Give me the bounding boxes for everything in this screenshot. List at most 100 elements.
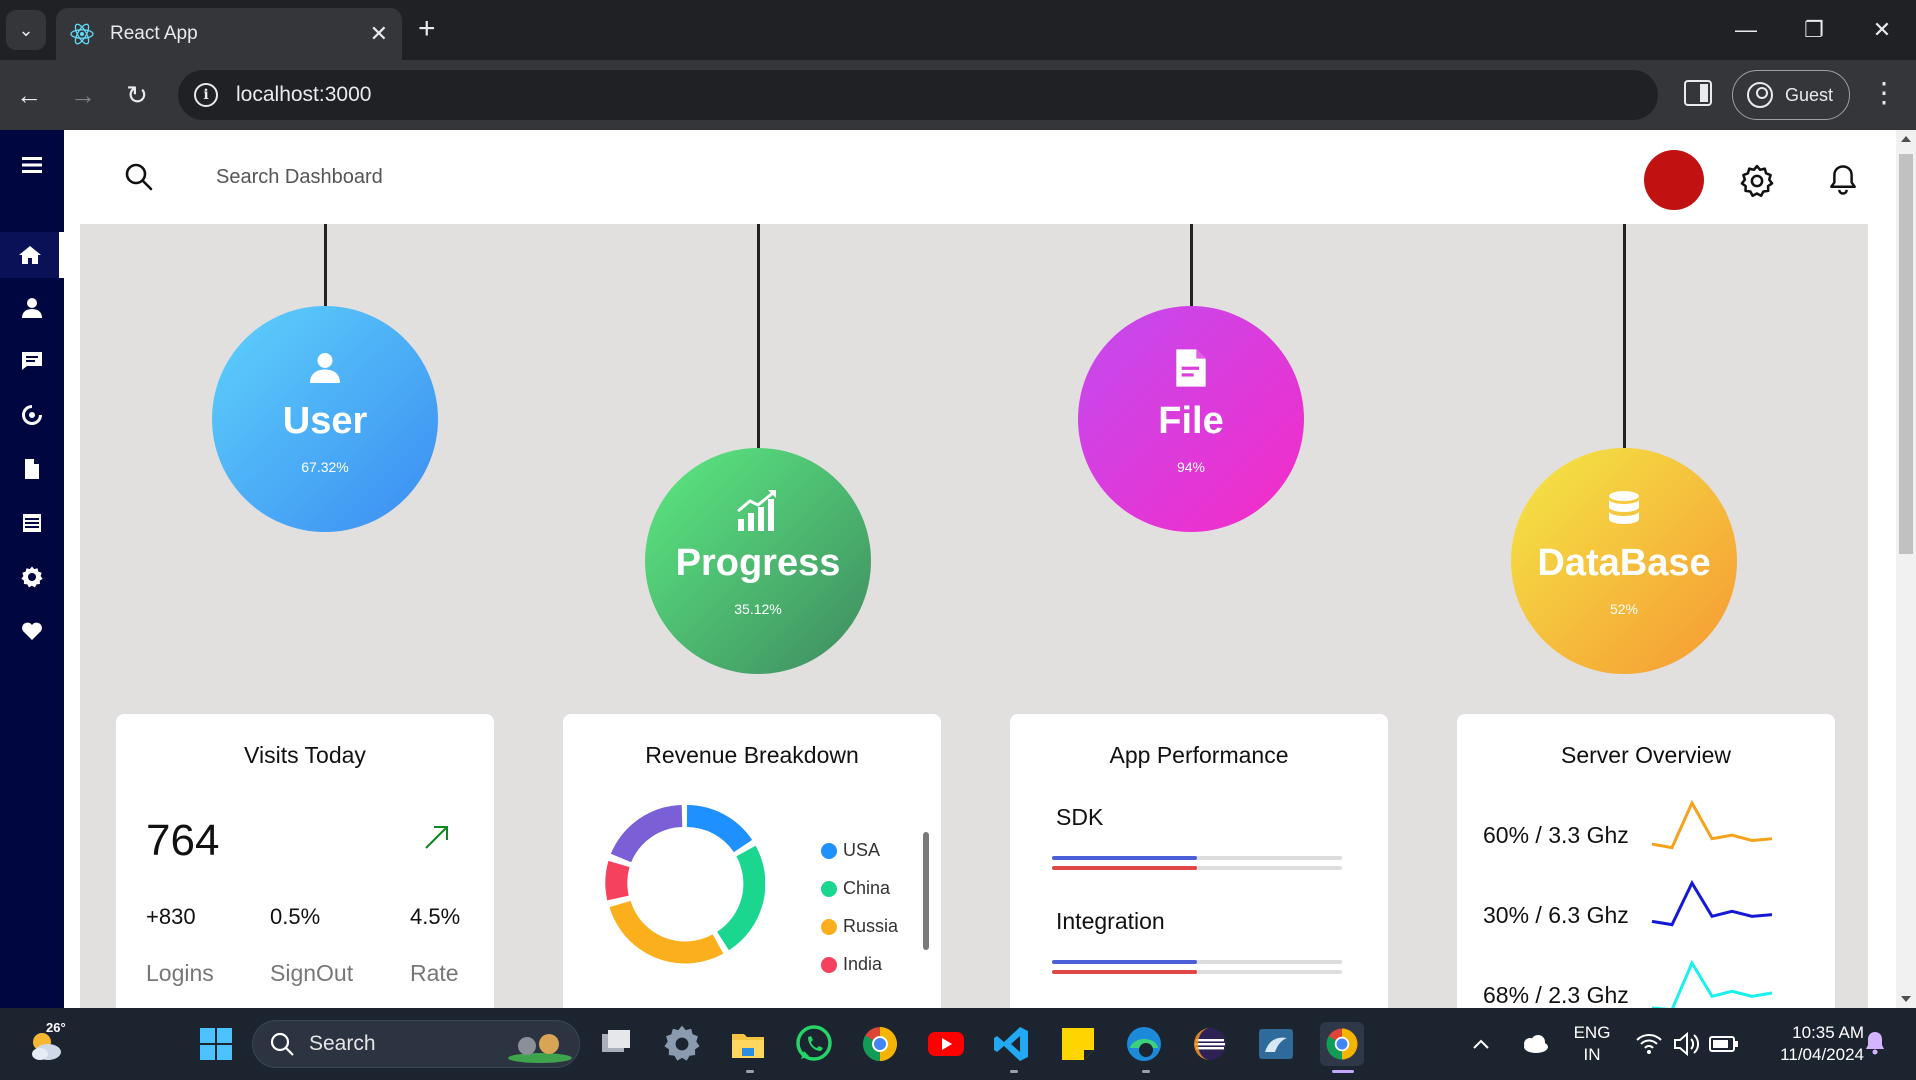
hanging-string [757,224,760,452]
profile-label: Guest [1785,84,1834,105]
chevron-down-icon: ⌄ [18,19,34,40]
signout-label: SignOut [270,960,354,986]
perf-bar-fill [1052,960,1197,964]
scroll-up-icon[interactable] [1901,136,1911,142]
scrollbar-thumb[interactable] [1899,154,1913,554]
sidebar-item-user[interactable] [0,285,64,331]
windows-taskbar: 26° Search ENG IN 10:35 AM 11/04/2024 [0,1008,1916,1080]
file-explorer-icon[interactable] [726,1022,770,1066]
card-title: Revenue Breakdown [645,742,859,768]
chrome-active-app[interactable] [1320,1022,1364,1066]
sidebar-item-list[interactable] [0,500,64,546]
document-icon [25,459,39,479]
search-highlight-icon [508,1034,572,1063]
page-viewport: User 67.32% Progress 35.12% [0,130,1896,1008]
perf-bar-track [1052,866,1342,870]
chart-cycle-icon [22,405,42,425]
sticky-notes-icon[interactable] [1056,1022,1100,1066]
whatsapp-icon[interactable] [792,1022,836,1066]
restore-button[interactable]: ❐ [1794,10,1834,50]
legend-label: Russia [843,916,899,936]
circle-value: 35.12% [734,601,782,617]
tab-search-button[interactable]: ⌄ [6,10,46,50]
search-input[interactable] [216,158,616,196]
address-bar[interactable]: i localhost:3000 [178,70,1658,120]
hanging-string [1190,224,1193,308]
settings-app-icon[interactable] [660,1022,704,1066]
menu-icon[interactable] [0,142,64,188]
forward-button[interactable]: → [64,76,102,114]
active-indicator [1332,1070,1354,1073]
circle-label: Progress [675,542,841,584]
youtube-icon[interactable] [924,1022,968,1066]
card-title: Visits Today [244,742,366,768]
language-indicator[interactable]: ENG IN [1568,1022,1616,1066]
settings-gear-icon[interactable] [1740,164,1774,198]
server-card: Server Overview 60% / 3.3 Ghz 30% / 6.3 … [1457,714,1835,1008]
perf-label-integration: Integration [1056,908,1165,934]
mysql-workbench-icon[interactable] [1254,1022,1298,1066]
profile-icon [1747,82,1773,108]
chevron-up-icon[interactable] [1466,1022,1496,1066]
visits-card: Visits Today 764 +830 0.5% 4.5% Logins S… [116,714,494,1008]
browser-menu-icon[interactable]: ⋮ [1870,78,1898,108]
page-scrollbar[interactable] [1896,130,1916,1008]
minimize-button[interactable]: — [1726,10,1766,50]
sidebar-item-documents[interactable] [0,446,64,492]
signout-value: 0.5% [270,904,321,929]
task-view-icon[interactable] [594,1022,638,1066]
windows-start-icon[interactable] [194,1022,238,1066]
onedrive-cloud-icon[interactable] [1516,1022,1552,1066]
user-stat-circle[interactable]: User 67.32% [212,306,438,532]
chrome-icon[interactable] [858,1022,902,1066]
clock[interactable]: 10:35 AM 11/04/2024 [1752,1022,1864,1066]
site-info-icon[interactable]: i [194,83,218,107]
new-tab-button[interactable]: + [418,14,436,44]
perf-bar-fill [1052,970,1197,974]
legend-label: China [843,878,891,898]
legend-scrollbar[interactable] [923,832,929,950]
profile-button[interactable]: Guest [1732,70,1850,120]
hanging-string [324,224,327,308]
progress-stat-circle[interactable]: Progress 35.12% [645,448,871,674]
taskbar-search-label: Search [309,1032,376,1055]
url-text: localhost:3000 [236,83,372,106]
vscode-icon[interactable] [990,1022,1034,1066]
close-window-button[interactable]: ✕ [1862,10,1902,50]
sparkline-path [1651,799,1773,850]
avatar[interactable] [1644,150,1704,210]
reload-button[interactable]: ↻ [118,76,156,114]
file-stat-circle[interactable]: File 94% [1078,306,1304,532]
list-icon [23,514,41,532]
revenue-card: Revenue Breakdown USA China Russia India [563,714,941,1008]
language-line1: ENG [1573,1023,1611,1042]
trend-up-arrow-icon [425,826,448,849]
notification-bell-icon[interactable] [1860,1022,1890,1066]
search-icon[interactable] [124,162,154,192]
edge-icon[interactable] [1122,1022,1166,1066]
circle-value: 67.32% [301,459,349,475]
notification-bell-icon[interactable] [1828,164,1858,196]
browser-tab[interactable]: React App ✕ [56,8,402,60]
sidebar-item-settings[interactable] [0,554,64,600]
side-panel-icon[interactable] [1684,80,1712,106]
legend-label: India [843,954,883,974]
tab-strip: ⌄ React App ✕ + — ❐ ✕ [0,0,1916,60]
eclipse-icon[interactable] [1188,1022,1232,1066]
back-button[interactable]: ← [10,76,48,114]
battery-icon[interactable] [1708,1022,1740,1066]
database-stat-circle[interactable]: DataBase 52% [1511,448,1737,674]
taskbar-search[interactable]: Search [252,1020,580,1068]
scroll-down-icon[interactable] [1901,996,1911,1002]
circle-label: File [1158,400,1224,442]
sidebar-item-messages[interactable] [0,338,64,384]
close-tab-icon[interactable]: ✕ [370,21,388,47]
sidebar-item-home[interactable] [0,232,64,278]
sidebar-item-favorites[interactable] [0,608,64,654]
perf-label-sdk: SDK [1056,804,1104,830]
sidebar-item-analytics[interactable] [0,392,64,438]
react-logo-icon [70,23,94,45]
user-icon [22,298,42,318]
volume-icon[interactable] [1672,1022,1702,1066]
wifi-icon[interactable] [1634,1022,1664,1066]
